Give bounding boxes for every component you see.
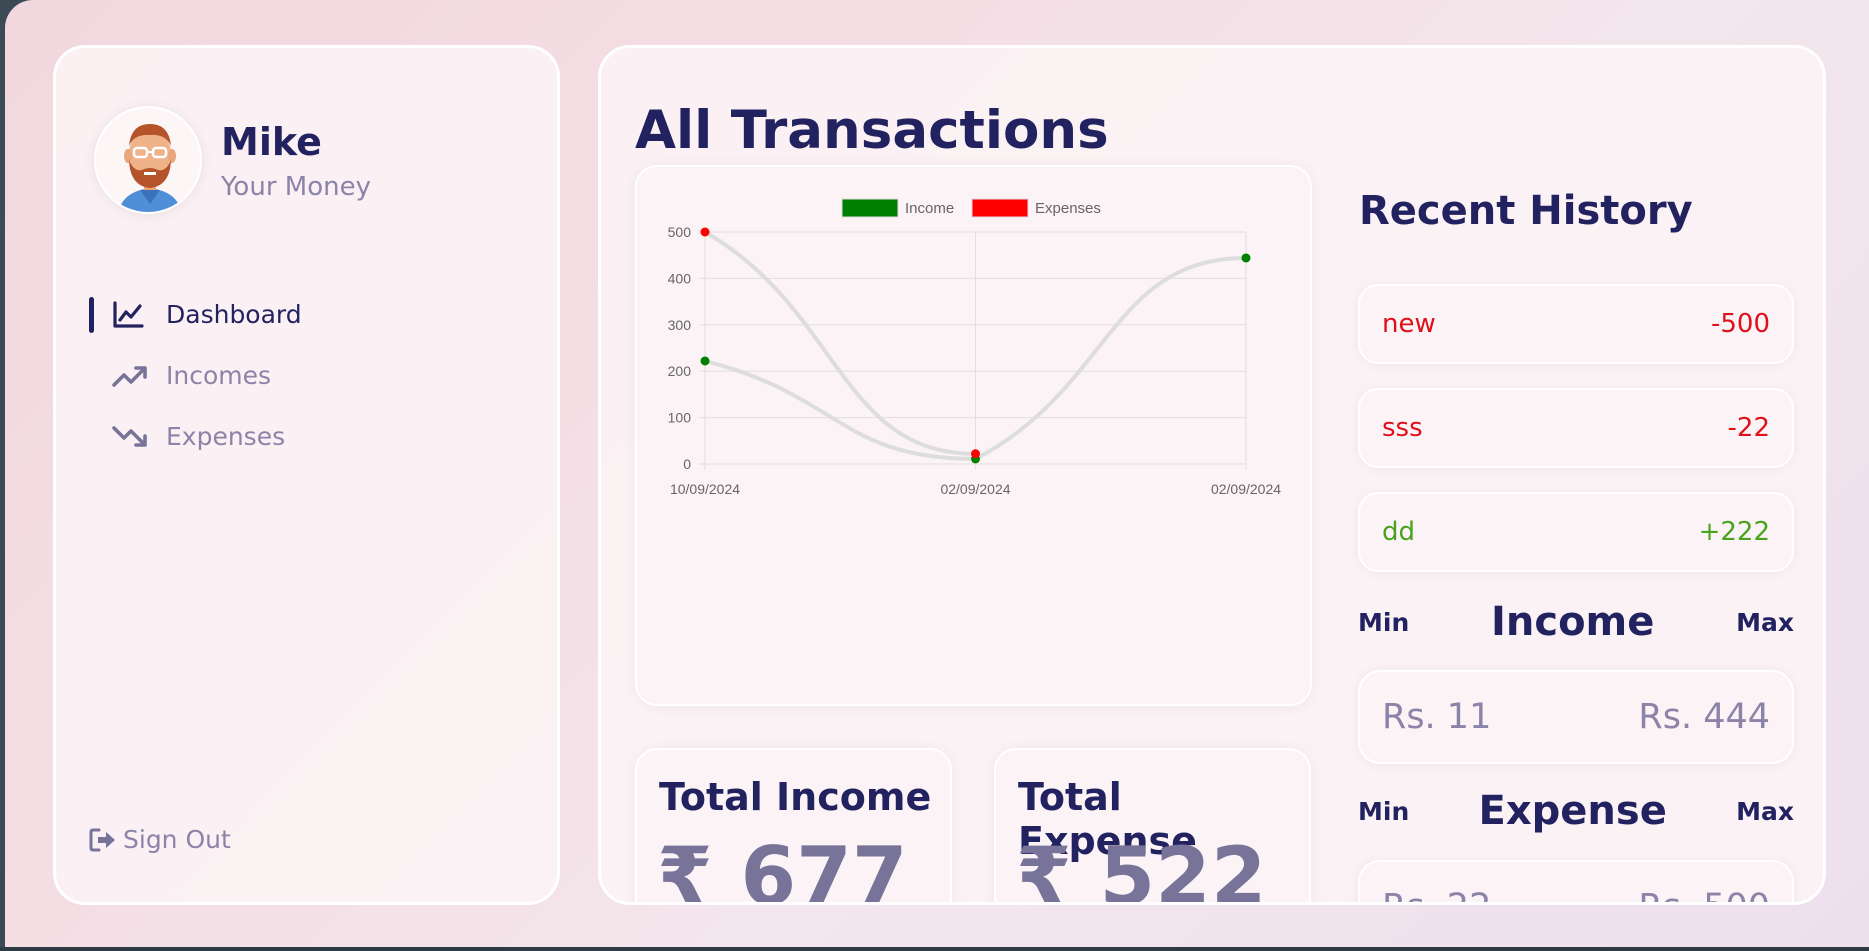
history-item-name: new [1382, 309, 1436, 339]
data-point [700, 227, 710, 237]
expense-range-header: Min Expense Max [1358, 786, 1794, 836]
total-expense-amount: ₹ 522 [1016, 830, 1267, 905]
data-point [1241, 253, 1251, 263]
sign-out-button[interactable]: Sign Out [89, 825, 231, 854]
history-item[interactable]: sss -22 [1358, 388, 1794, 468]
window-bottom-edge [0, 947, 1869, 951]
nav-item-label: Dashboard [166, 300, 302, 329]
nav-item-expenses[interactable]: Expenses [56, 406, 557, 467]
total-income-title: Total Income [659, 775, 932, 819]
history-item-amount: -500 [1710, 309, 1770, 339]
y-tick-label: 500 [668, 224, 692, 240]
page-title: All Transactions [635, 100, 1109, 161]
sign-out-icon [89, 827, 117, 853]
income-max-label: Max [1736, 607, 1794, 637]
y-tick-label: 0 [683, 456, 691, 472]
data-point [971, 449, 980, 459]
expense-range-box: Rs. 22 Rs. 500 [1358, 860, 1794, 902]
total-income-card: Total Income ₹ 677 [635, 748, 952, 905]
income-min-value: Rs. 11 [1382, 697, 1492, 737]
sidebar: Mike Your Money Dashboard Incomes Expens… [53, 45, 560, 905]
line-chart-icon [112, 300, 148, 330]
y-tick-label: 200 [668, 363, 692, 379]
sidebar-nav: Dashboard Incomes Expenses [56, 284, 557, 467]
income-range-title: Income [1491, 599, 1655, 645]
nav-item-label: Incomes [166, 361, 272, 390]
history-item-name: sss [1382, 413, 1423, 443]
income-range-box: Rs. 11 Rs. 444 [1358, 670, 1794, 764]
legend-swatch [971, 198, 1029, 218]
income-max-value: Rs. 444 [1638, 697, 1770, 737]
app-background: Mike Your Money Dashboard Incomes Expens… [5, 0, 1869, 947]
legend-label: Expenses [1035, 200, 1101, 217]
history-item-name: dd [1382, 517, 1416, 547]
y-tick-label: 100 [668, 410, 692, 426]
recent-history-title: Recent History [1359, 188, 1693, 234]
trending-down-icon [112, 422, 148, 452]
transactions-chart: 0 100 200 300 400 500 10/09/2024 02/09/2024 02/0… [668, 198, 1281, 497]
history-item-amount: -22 [1727, 413, 1770, 443]
expense-max-value: Rs. 500 [1638, 887, 1770, 902]
income-range-header: Min Income Max [1358, 597, 1794, 647]
x-tick-label: 02/09/2024 [1211, 481, 1281, 497]
avatar [94, 106, 202, 214]
income-min-label: Min [1358, 607, 1410, 637]
expense-range-title: Expense [1478, 788, 1667, 834]
expense-max-label: Max [1736, 796, 1794, 826]
trending-up-icon [112, 361, 148, 391]
transactions-chart-card: 0 100 200 300 400 500 10/09/2024 02/09/2024 02/0… [635, 165, 1312, 706]
x-tick-label: 02/09/2024 [940, 481, 1010, 497]
y-tick-label: 300 [668, 317, 692, 333]
total-income-amount: ₹ 677 [657, 830, 908, 905]
nav-item-incomes[interactable]: Incomes [56, 345, 557, 406]
history-item[interactable]: new -500 [1358, 284, 1794, 364]
data-point [700, 356, 710, 366]
total-expense-card: Total Expense ₹ 522 [994, 748, 1311, 905]
expense-min-label: Min [1358, 796, 1410, 826]
user-avatar-icon [96, 108, 200, 212]
legend-swatch [841, 198, 899, 218]
nav-item-dashboard[interactable]: Dashboard [56, 284, 557, 345]
main-panel: All Transactions 0 100 200 300 400 500 10/09/2… [598, 45, 1826, 905]
history-item[interactable]: dd +222 [1358, 492, 1794, 572]
x-tick-label: 10/09/2024 [670, 481, 740, 497]
history-item-amount: +222 [1698, 517, 1770, 547]
y-tick-label: 400 [668, 270, 692, 286]
sign-out-label: Sign Out [123, 825, 231, 854]
expense-min-value: Rs. 22 [1382, 887, 1491, 902]
nav-item-label: Expenses [166, 422, 286, 451]
user-subtitle: Your Money [221, 172, 371, 202]
user-name: Mike [221, 120, 322, 164]
legend-label: Income [905, 200, 954, 217]
